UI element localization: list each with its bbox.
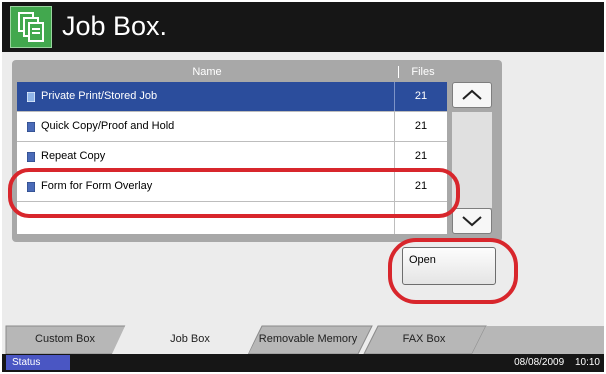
job-box-icon (10, 6, 52, 48)
list-row-empty (17, 202, 447, 234)
scroll-up-button[interactable] (452, 82, 492, 108)
page-title: Job Box. (62, 11, 168, 41)
row-file-count: 21 (394, 142, 447, 171)
job-box-screen: Job Box. Name Files Private Print/Stored… (2, 2, 604, 372)
tab-bar: Custom Box Job Box Removable Memory FAX … (2, 324, 604, 354)
clock: 08/08/2009 10:10 (506, 354, 600, 372)
row-file-count: 21 (394, 82, 447, 111)
list-row-quick-copy[interactable]: Quick Copy/Proof and Hold 21 (17, 112, 447, 142)
header-bar: Job Box. (2, 2, 604, 52)
document-icon (27, 181, 35, 192)
column-header-name[interactable]: Name (17, 64, 397, 80)
list-row-private-print[interactable]: Private Print/Stored Job 21 (17, 82, 447, 112)
status-button[interactable]: Status (6, 355, 70, 370)
row-name: Private Print/Stored Job (41, 90, 158, 102)
tab-custom-box[interactable]: Custom Box (6, 324, 124, 354)
list-row-repeat-copy[interactable]: Repeat Copy 21 (17, 142, 447, 172)
status-time: 10:10 (574, 357, 600, 368)
scrollbar-track[interactable] (452, 112, 492, 208)
row-file-count: 21 (394, 112, 447, 141)
document-icon (27, 151, 35, 162)
open-button[interactable]: Open (402, 247, 496, 285)
row-name: Form for Form Overlay (41, 180, 153, 192)
document-icon (27, 91, 35, 102)
row-file-count: 21 (394, 172, 447, 201)
tab-fax-box[interactable]: FAX Box (368, 324, 480, 354)
box-list: Private Print/Stored Job 21 Quick Copy/P… (17, 82, 447, 234)
document-icon (27, 121, 35, 132)
scroll-down-button[interactable] (452, 208, 492, 234)
row-name: Repeat Copy (41, 150, 106, 162)
chevron-up-icon (462, 89, 482, 100)
tab-job-box[interactable]: Job Box (130, 324, 250, 354)
status-date: 08/08/2009 (514, 357, 565, 368)
tab-removable-memory[interactable]: Removable Memory (250, 324, 366, 354)
column-header-files[interactable]: Files (399, 64, 447, 80)
status-bar: Status 08/08/2009 10:10 (2, 354, 604, 372)
chevron-down-icon (462, 216, 482, 227)
list-row-form-overlay[interactable]: Form for Form Overlay 21 (17, 172, 447, 202)
box-list-panel: Name Files Private Print/Stored Job 21 Q… (12, 60, 502, 242)
row-name: Quick Copy/Proof and Hold (41, 120, 175, 132)
